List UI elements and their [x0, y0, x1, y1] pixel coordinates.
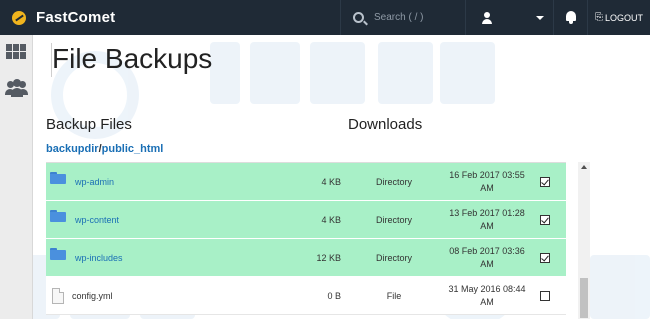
logout-button[interactable]: ⎘ LOGOUT — [587, 0, 650, 35]
file-size: 0 B — [327, 290, 341, 301]
file-type: Directory — [375, 252, 412, 263]
top-navbar: FastComet Search ( / ) ⎘ LOGOUT — [0, 0, 650, 35]
folder-icon — [50, 171, 66, 184]
notifications-button[interactable] — [553, 0, 587, 35]
file-list-scrollbar[interactable] — [578, 162, 590, 319]
logout-icon: ⎘ — [594, 12, 603, 23]
grid-icon[interactable] — [6, 44, 26, 60]
user-icon — [481, 11, 493, 24]
brand-name: FastComet — [36, 9, 116, 26]
file-name-link[interactable]: wp-content — [75, 215, 119, 225]
file-type: File — [386, 290, 402, 301]
users-icon[interactable] — [5, 78, 29, 98]
brand[interactable]: FastComet — [0, 0, 340, 35]
backup-files-heading: Backup Files — [46, 116, 132, 133]
folder-icon — [50, 209, 66, 222]
folder-icon — [50, 247, 66, 260]
file-name-link[interactable]: wp-admin — [75, 177, 114, 187]
table-row[interactable]: wp-admin 4 KB Directory 16 Feb 2017 03:5… — [46, 163, 566, 201]
search-placeholder: Search ( / ) — [374, 12, 424, 23]
search-icon — [353, 12, 364, 23]
page-title: File Backups — [52, 43, 213, 74]
file-list: wp-admin 4 KB Directory 16 Feb 2017 03:5… — [46, 162, 566, 319]
select-checkbox[interactable] — [540, 214, 550, 225]
file-type: Directory — [375, 176, 412, 187]
select-checkbox[interactable] — [540, 252, 550, 263]
logout-label: LOGOUT — [604, 12, 643, 23]
file-icon — [52, 287, 64, 304]
file-date: 31 May 2016 08:44 AM — [448, 283, 526, 307]
select-checkbox[interactable] — [540, 176, 550, 187]
select-checkbox[interactable] — [540, 290, 550, 301]
file-date: 13 Feb 2017 01:28 AM — [449, 207, 525, 231]
file-date: 08 Feb 2017 03:36 AM — [449, 245, 525, 269]
file-size: 4 KB — [321, 176, 341, 187]
breadcrumb: backupdir/public_html — [46, 143, 163, 155]
main-content: File Backups Backup Files Downloads back… — [34, 35, 650, 319]
search-input[interactable]: Search ( / ) — [340, 0, 465, 35]
scroll-up-icon[interactable] — [581, 165, 587, 169]
file-size: 4 KB — [321, 214, 341, 225]
scroll-thumb[interactable] — [580, 278, 588, 318]
caret-down-icon — [536, 15, 544, 20]
breadcrumb-public-html[interactable]: public_html — [102, 143, 164, 155]
file-size: 12 KB — [316, 252, 341, 263]
file-name[interactable]: config.yml — [72, 291, 113, 301]
table-row[interactable]: wp-includes 12 KB Directory 08 Feb 2017 … — [46, 239, 566, 277]
downloads-heading: Downloads — [348, 116, 423, 133]
table-row[interactable]: config.yml 0 B File 31 May 2016 08:44 AM — [46, 277, 566, 315]
breadcrumb-backupdir[interactable]: backupdir — [46, 143, 99, 155]
file-date: 16 Feb 2017 03:55 AM — [449, 169, 525, 193]
file-name-link[interactable]: wp-includes — [75, 253, 123, 263]
table-row[interactable]: wp-content 4 KB Directory 13 Feb 2017 01… — [46, 201, 566, 239]
user-menu-button[interactable] — [465, 0, 553, 35]
file-type: Directory — [375, 214, 412, 225]
sidebar — [0, 35, 33, 319]
fastcomet-logo-icon — [12, 10, 26, 25]
bell-icon — [565, 11, 577, 24]
